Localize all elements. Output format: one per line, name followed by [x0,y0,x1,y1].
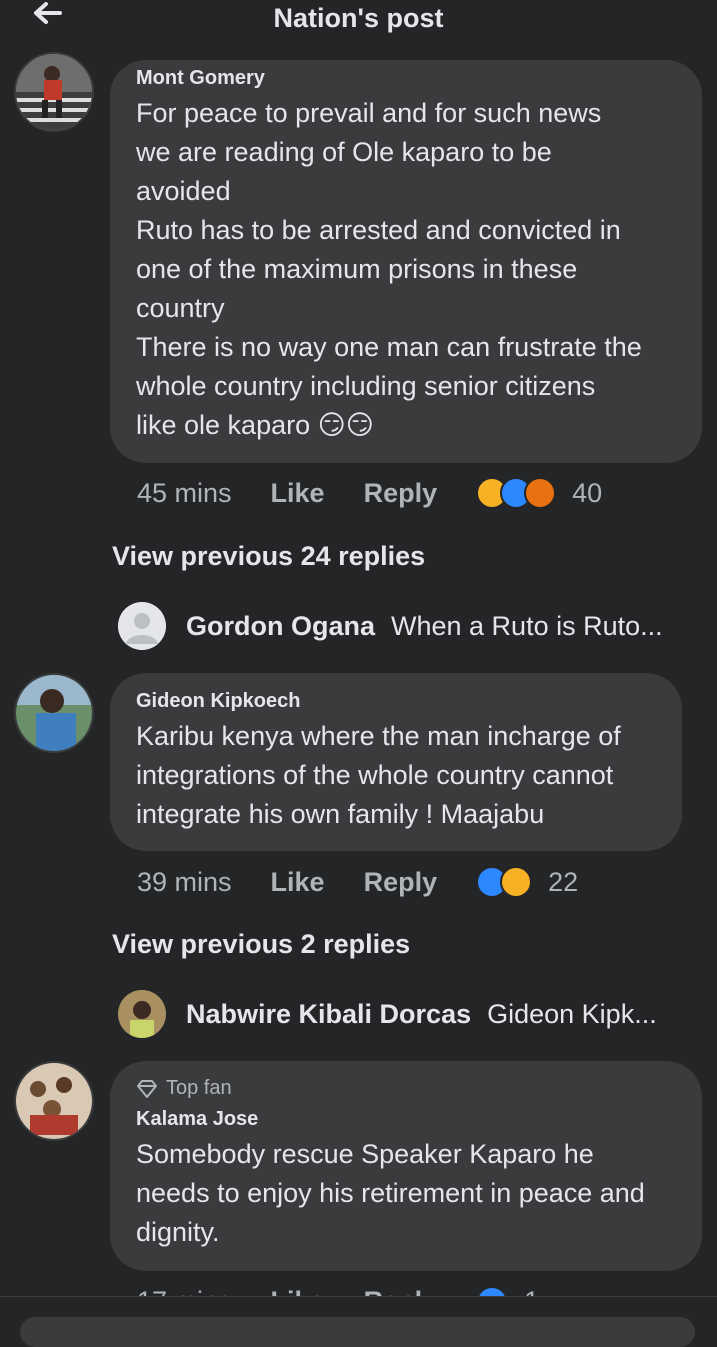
haha-react-icon [500,866,533,898]
comment-author[interactable]: Mont Gomery [136,67,676,90]
reply-author: Gordon Ogana [186,610,375,641]
comment-bubble[interactable]: Gideon Kipkoech Karibu kenya where the m… [110,673,682,851]
comment-actions: 39 mins Like Reply 22 [137,866,578,898]
reply-snippet: When a Ruto is Ruto... [391,610,663,641]
top-bar: Nation's post [0,0,717,38]
reply-button[interactable]: Reply [364,478,438,509]
comment-text: Somebody rescue Speaker Kaparo he needs … [136,1139,645,1247]
reaction-count: 40 [572,477,603,508]
reactions[interactable] [476,866,533,898]
top-fan-badge: Top fan [136,1077,676,1100]
comment-bubble[interactable]: Mont Gomery For peace to prevail and for… [110,60,702,463]
angry-react-icon [524,477,557,509]
reply-preview[interactable]: Nabwire Kibali Dorcas Gideon Kipk... [118,990,657,1038]
comment-actions: 45 mins Like Reply 40 [137,477,602,509]
avatar [118,990,166,1038]
comment-bubble[interactable]: Top fan Kalama Jose Somebody rescue Spea… [110,1061,702,1271]
avatar[interactable] [14,1061,94,1141]
comment-input[interactable] [20,1317,695,1347]
reaction-count: 22 [548,866,579,897]
default-avatar-icon [118,602,166,650]
avatar[interactable] [14,673,94,753]
like-button[interactable]: Like [271,867,325,898]
reply-author: Nabwire Kibali Dorcas [186,998,472,1029]
view-previous-replies[interactable]: View previous 2 replies [112,929,410,960]
avatar [118,602,166,650]
view-previous-replies[interactable]: View previous 24 replies [112,541,425,572]
comment-author[interactable]: Gideon Kipkoech [136,690,656,713]
reply-snippet: Gideon Kipk... [487,998,657,1029]
avatar[interactable] [14,52,94,132]
like-button[interactable]: Like [271,478,325,509]
comment-composer-bar [0,1296,717,1347]
reactions[interactable] [476,477,557,509]
comment-text: Karibu kenya where the man incharge of i… [136,721,621,829]
comment-author[interactable]: Kalama Jose [136,1108,676,1131]
reply-preview[interactable]: Gordon Ogana When a Ruto is Ruto... [118,602,663,650]
comment-time: 45 mins [137,477,232,508]
reply-button[interactable]: Reply [364,867,438,898]
page-title: Nation's post [273,3,444,33]
comment-text: For peace to prevail and for such news w… [136,98,642,440]
diamond-icon [137,1079,157,1098]
comment-time: 39 mins [137,866,232,897]
